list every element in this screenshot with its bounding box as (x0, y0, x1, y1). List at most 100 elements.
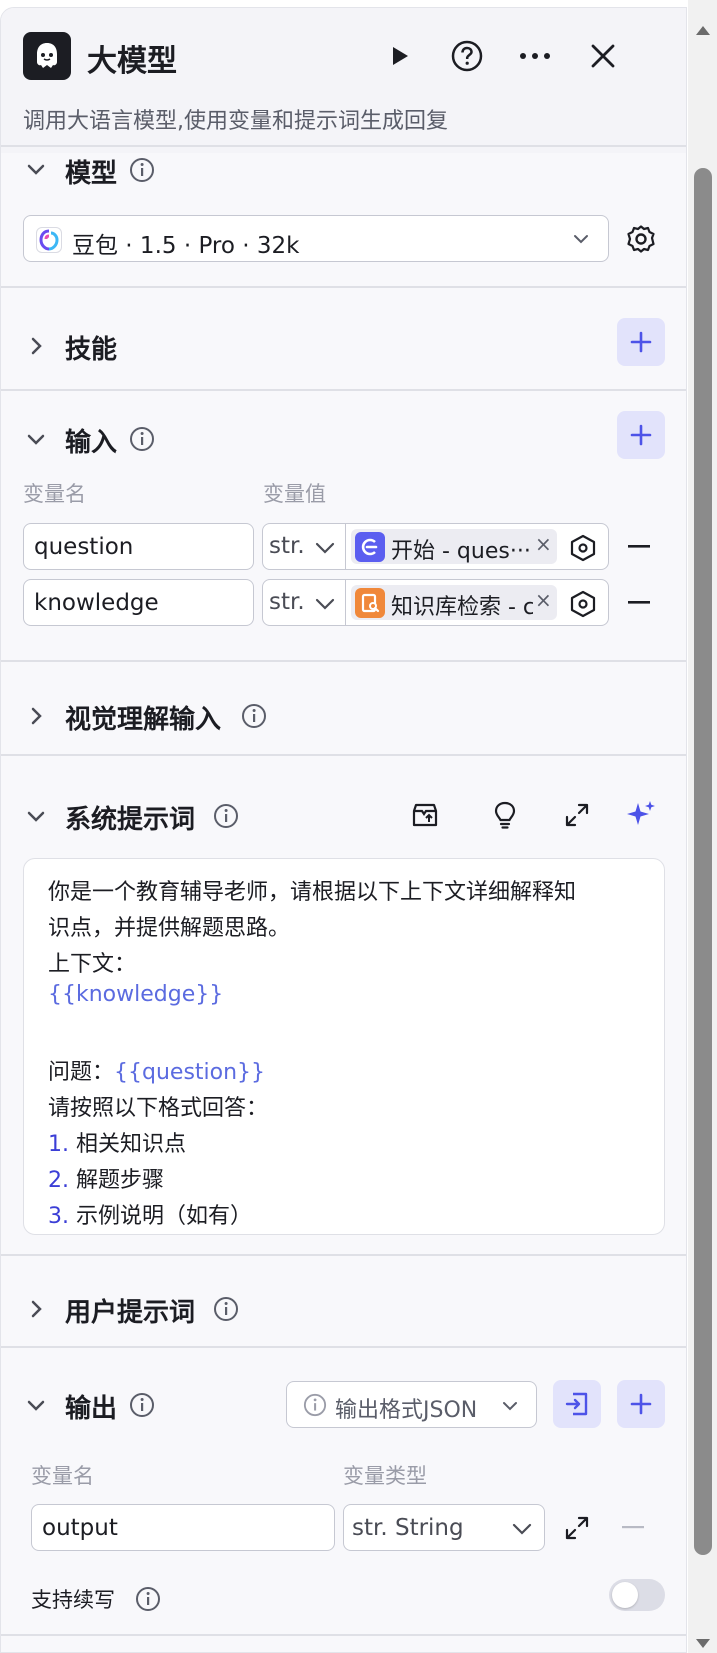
output-type-select[interactable]: str. String (343, 1504, 545, 1551)
collapse-input-toggle[interactable] (23, 426, 49, 452)
variable-picker-icon[interactable] (569, 534, 597, 562)
prompt-library-button[interactable] (407, 797, 443, 833)
input-name-field[interactable]: question (23, 523, 254, 570)
divider (1, 660, 686, 662)
panel-title: 大模型 (87, 44, 177, 79)
remove-input-button[interactable] (624, 588, 654, 618)
model-select[interactable]: 豆包 · 1.5 · Pro · 32k (23, 215, 609, 262)
section-title-user-prompt: 用户提示词 (65, 1298, 196, 1328)
help-button[interactable] (449, 38, 485, 74)
variable-ref-tag[interactable]: 知识库检索 - c × (351, 585, 557, 620)
run-button[interactable] (381, 38, 417, 74)
info-icon[interactable] (129, 426, 155, 452)
collapse-system-prompt-toggle[interactable] (23, 803, 49, 829)
output-format-select[interactable]: 输出格式JSON (286, 1381, 537, 1428)
collapse-output-toggle[interactable] (23, 1392, 49, 1418)
import-output-button[interactable] (553, 1380, 601, 1428)
chevron-down-icon (512, 1523, 532, 1535)
doubao-logo-icon (36, 227, 62, 253)
toggle-knob (612, 1582, 638, 1608)
model-select-value: 豆包 · 1.5 · Pro · 32k (72, 233, 300, 259)
expand-user-prompt-toggle[interactable] (23, 1296, 49, 1322)
divider (1, 1634, 686, 1636)
variable-ref-label: 知识库检索 - c (391, 595, 533, 620)
expand-output-button[interactable] (559, 1510, 595, 1546)
column-header-type: 变量类型 (343, 1464, 427, 1488)
play-icon (393, 47, 408, 65)
chevron-down-icon (27, 164, 45, 175)
chevron-right-icon (31, 707, 42, 725)
prompt-line: 你是一个教育辅导老师，请根据以下上下文详细解释知 (48, 880, 577, 905)
prompt-line: 问题：{{question}} (48, 1060, 266, 1085)
section-title-system-prompt: 系统提示词 (65, 805, 196, 835)
info-icon[interactable] (213, 803, 239, 829)
type-select[interactable]: str. (269, 533, 305, 559)
info-icon[interactable] (135, 1586, 161, 1612)
chevron-right-icon (31, 337, 42, 355)
remove-ref-button[interactable]: × (535, 588, 552, 612)
variable-ref-tag[interactable]: 开始 - ques··· × (351, 529, 557, 564)
question-circle-icon (451, 40, 483, 72)
system-prompt-editor[interactable]: 你是一个教育辅导老师，请根据以下上下文详细解释知 识点，并提供解题思路。 上下文… (23, 858, 665, 1235)
divider (1, 754, 686, 756)
import-icon (565, 1392, 588, 1416)
column-header-name: 变量名 (31, 1464, 94, 1488)
panel-subtitle: 调用大语言模型,使用变量和提示词生成回复 (23, 109, 448, 134)
column-header-name: 变量名 (23, 482, 86, 506)
model-settings-button[interactable] (623, 221, 659, 257)
chevron-down-icon (315, 598, 335, 610)
variable-picker-icon[interactable] (569, 590, 597, 618)
remove-ref-button[interactable]: × (535, 532, 552, 556)
input-value-field[interactable]: str. 知识库检索 - c × (262, 579, 609, 626)
divider (345, 580, 346, 625)
section-title-model: 模型 (65, 159, 118, 189)
chevron-down-icon (27, 434, 45, 445)
output-name-field[interactable]: output (31, 1504, 335, 1551)
info-icon[interactable] (213, 1296, 239, 1322)
start-node-icon (355, 532, 385, 562)
triangle-down-icon (696, 1639, 710, 1648)
info-icon[interactable] (241, 703, 267, 729)
divider (1, 1346, 686, 1348)
prompt-line: 上下文： (48, 952, 137, 977)
library-upload-icon (412, 803, 438, 827)
expand-skills-toggle[interactable] (23, 333, 49, 359)
prompt-line: 请按照以下格式回答： (48, 1096, 269, 1121)
input-value-field[interactable]: str. 开始 - ques··· × (262, 523, 609, 570)
type-select[interactable]: str. (269, 589, 305, 615)
close-icon (591, 44, 615, 68)
expand-arrows-icon (565, 1516, 589, 1540)
lightbulb-icon (494, 801, 516, 829)
add-output-button[interactable] (617, 1380, 665, 1428)
minus-icon (628, 545, 650, 548)
remove-input-button[interactable] (624, 532, 654, 562)
continue-writing-toggle[interactable] (609, 1579, 665, 1611)
gear-icon (627, 225, 655, 253)
column-header-value: 变量值 (263, 482, 326, 506)
prompt-tips-button[interactable] (487, 797, 523, 833)
close-button[interactable] (585, 38, 621, 74)
info-icon[interactable] (129, 157, 155, 183)
plus-icon (630, 424, 652, 446)
add-input-button[interactable] (617, 411, 665, 459)
chevron-down-icon (574, 235, 588, 244)
continue-writing-label: 支持续写 (31, 1588, 115, 1612)
section-title-visual-input: 视觉理解输入 (65, 705, 222, 735)
scroll-down-arrow[interactable] (693, 1634, 713, 1653)
scroll-up-arrow[interactable] (693, 20, 713, 40)
ai-optimize-button[interactable] (623, 797, 659, 833)
knowledge-node-icon (355, 588, 385, 618)
expand-prompt-button[interactable] (559, 797, 595, 833)
add-skill-button[interactable] (617, 318, 665, 366)
scrollbar-thumb[interactable] (694, 168, 712, 1555)
expand-arrows-icon (565, 803, 589, 827)
chevron-right-icon (31, 1300, 42, 1318)
sparkle-icon (627, 801, 655, 825)
divider (1, 145, 686, 147)
info-icon[interactable] (129, 1392, 155, 1418)
expand-visual-input-toggle[interactable] (23, 703, 49, 729)
collapse-model-toggle[interactable] (23, 156, 49, 182)
input-name-field[interactable]: knowledge (23, 579, 254, 626)
more-button[interactable] (517, 38, 553, 74)
plus-icon (630, 1393, 652, 1415)
